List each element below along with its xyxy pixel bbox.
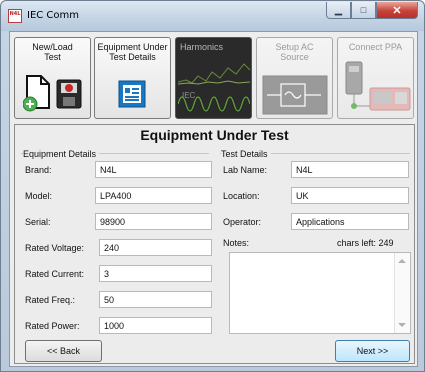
client-area: New/Load Test Equipment Under Test Detai… <box>9 31 418 367</box>
rated-current-label: Rated Current: <box>25 269 85 279</box>
notes-textarea[interactable] <box>229 252 411 334</box>
model-field[interactable]: LPA400 <box>95 187 212 204</box>
notes-scrollbar[interactable] <box>394 253 410 333</box>
chars-left-counter: chars left: 249 <box>337 238 394 248</box>
close-icon: ✕ <box>392 4 402 17</box>
page-title: Equipment Under Test <box>140 127 289 143</box>
location-field[interactable]: UK <box>291 187 409 204</box>
step-new-load-test[interactable]: New/Load Test <box>14 37 91 119</box>
rated-power-field[interactable]: 1000 <box>99 317 212 334</box>
step-equipment-under-test[interactable]: Equipment Under Test Details <box>94 37 171 119</box>
rated-power-label: Rated Power: <box>25 321 80 331</box>
equipment-details-title: Equipment Details <box>23 149 100 159</box>
close-button[interactable]: ✕ <box>376 2 418 19</box>
rated-current-field[interactable]: 3 <box>99 265 212 282</box>
notes-label: Notes: <box>223 238 250 248</box>
minimize-button[interactable]: ▁ <box>326 2 351 19</box>
step-label: Harmonics <box>180 42 224 52</box>
rated-voltage-field[interactable]: 240 <box>99 239 212 256</box>
equipment-details-icon <box>118 80 146 108</box>
rated-freq-field[interactable]: 50 <box>99 291 212 308</box>
maximize-button[interactable]: □ <box>351 2 376 19</box>
lab-name-label: Lab Name: <box>223 165 268 175</box>
window-controls: ▁ □ ✕ <box>326 2 418 19</box>
back-button[interactable]: << Back <box>25 340 102 362</box>
brand-label: Brand: <box>25 165 52 175</box>
model-label: Model: <box>25 191 53 201</box>
scroll-up-icon[interactable] <box>398 259 406 263</box>
operator-label: Operator: <box>223 217 262 227</box>
step-label: Setup AC Source <box>275 42 314 62</box>
lab-name-field[interactable]: N4L <box>291 161 409 178</box>
step-connect-ppa[interactable]: Connect PPA <box>337 37 414 119</box>
connect-ppa-icon <box>345 61 411 111</box>
harmonics-waveform-icon: IEC <box>178 63 250 112</box>
maximize-icon: □ <box>360 5 367 15</box>
wizard-steps: New/Load Test Equipment Under Test Detai… <box>14 37 415 119</box>
rated-voltage-label: Rated Voltage: <box>25 243 85 253</box>
title-bar[interactable]: N4L IEC Comm ▁ □ ✕ <box>1 1 424 31</box>
next-button[interactable]: Next >> <box>335 340 410 362</box>
serial-label: Serial: <box>25 217 51 227</box>
rated-freq-label: Rated Freq.: <box>25 295 76 305</box>
location-label: Location: <box>223 191 260 201</box>
step-harmonics[interactable]: Harmonics IEC <box>175 37 252 119</box>
window-title: IEC Comm <box>27 10 80 21</box>
test-details-title: Test Details <box>221 149 271 159</box>
operator-field[interactable]: Applications <box>291 213 409 230</box>
step-label: New/Load Test <box>32 42 73 62</box>
scroll-down-icon[interactable] <box>398 323 406 327</box>
minimize-icon: ▁ <box>335 4 342 15</box>
app-window: N4L IEC Comm ▁ □ ✕ New/Load Test Equipme… <box>0 0 425 372</box>
step-label: Connect PPA <box>348 42 403 52</box>
step-setup-ac-source[interactable]: Setup AC Source <box>256 37 333 119</box>
brand-field[interactable]: N4L <box>95 161 212 178</box>
serial-field[interactable]: 98900 <box>95 213 212 230</box>
step-label: Equipment Under Test Details <box>97 42 168 62</box>
equipment-under-test-panel: Equipment Under Test Equipment Details B… <box>14 124 415 364</box>
app-icon: N4L <box>8 9 22 23</box>
new-load-test-icon <box>23 75 82 112</box>
ac-source-icon <box>262 75 328 115</box>
